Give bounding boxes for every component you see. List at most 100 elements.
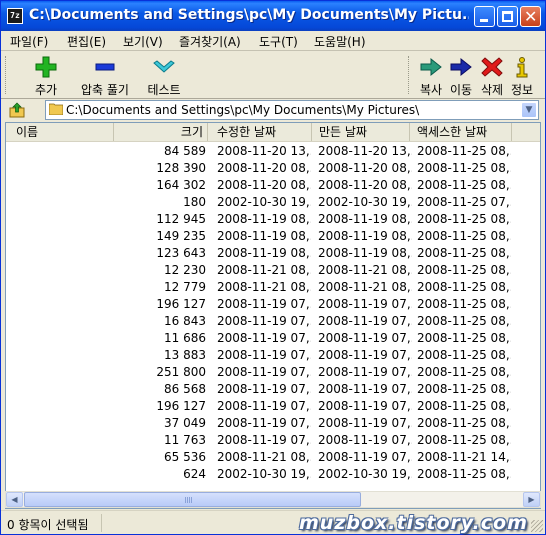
file-created: 2008-11-21 08,... <box>318 280 412 294</box>
table-row[interactable]: lee.jpg251 8002008-11-19 07,...2008-11-1… <box>6 364 540 381</box>
file-accessed: 2008-11-25 07,... <box>417 195 511 209</box>
file-size: 149 235 <box>156 229 206 243</box>
up-folder-button[interactable] <box>9 102 25 118</box>
column-name[interactable]: 이름 <box>6 123 114 141</box>
table-row[interactable]: jang.jpg196 1272008-11-19 07,...2008-11-… <box>6 296 540 313</box>
file-modified: 2008-11-19 07,... <box>217 433 311 447</box>
address-bar: C:\Documents and Settings\pc\My Document… <box>1 99 545 121</box>
table-row[interactable]: intel181.gif12 2302008-11-21 08,...2008-… <box>6 262 540 279</box>
file-size: 251 800 <box>156 365 206 379</box>
table-row[interactable]: fil.jpg112 9452008-11-19 08,...2008-11-1… <box>6 211 540 228</box>
column-size[interactable]: 크기 <box>114 123 208 141</box>
minimize-button[interactable] <box>474 6 495 27</box>
file-created: 2008-11-19 07,... <box>318 297 412 311</box>
file-created: 2008-11-19 08,... <box>318 246 412 260</box>
extract-button[interactable]: 압축 풀기 <box>77 55 133 98</box>
file-size: 180 <box>183 195 206 209</box>
table-row[interactable]: oh.jpg196 1272008-11-19 07,...2008-11-19… <box>6 398 540 415</box>
table-row[interactable]: Desktop.ini1802002-10-30 19,...2002-10-3… <box>6 194 540 211</box>
file-created: 2008-11-19 08,... <box>318 229 412 243</box>
menu-tools[interactable]: 도구(T) <box>259 33 298 50</box>
file-modified: 2008-11-21 08,... <box>217 263 311 277</box>
add-label: 추가 <box>34 83 58 97</box>
scroll-thumb[interactable] <box>24 492 361 507</box>
file-size: 65 536 <box>164 450 206 464</box>
table-row[interactable]: intel206.gif12 7792008-11-21 08,...2008-… <box>6 279 540 296</box>
table-row[interactable]: butan2.jpg164 3022008-11-20 08,...2008-1… <box>6 177 540 194</box>
table-row[interactable]: kim.jpg13 8832008-11-19 07,...2008-11-19… <box>6 347 540 364</box>
test-button[interactable]: 테스트 <box>144 55 184 98</box>
column-modified[interactable]: 수정한 날짜 <box>208 123 312 141</box>
file-size: 123 643 <box>156 246 206 260</box>
file-size: 16 843 <box>164 314 206 328</box>
file-created: 2008-11-19 07,... <box>318 331 412 345</box>
file-accessed: 2008-11-25 08,... <box>417 433 511 447</box>
file-modified: 2008-11-21 08,... <box>217 450 311 464</box>
app-icon[interactable]: 7z <box>7 8 23 24</box>
copy-button[interactable]: 복사 <box>417 55 445 98</box>
table-row[interactable]: googlesket...123 6432008-11-19 08,...200… <box>6 245 540 262</box>
file-accessed: 2008-11-25 08,... <box>417 144 511 158</box>
move-button[interactable]: 이동 <box>447 55 475 98</box>
scroll-right-button[interactable]: ▶ <box>523 492 540 507</box>
file-modified: 2008-11-19 08,... <box>217 246 311 260</box>
file-list[interactable]: 이름 크기 수정한 날짜 만든 날짜 액세스한 날짜 box_heAd....8… <box>5 122 541 509</box>
file-modified: 2008-11-19 07,... <box>217 382 311 396</box>
file-modified: 2008-11-21 08,... <box>217 280 311 294</box>
table-row[interactable]: butan.jpg128 3902008-11-20 08,...2008-11… <box>6 160 540 177</box>
table-row[interactable]: son.jpg11 7632008-11-19 07,...2008-11-19… <box>6 432 540 449</box>
toolbar-grip[interactable] <box>5 56 8 94</box>
table-row[interactable]: 그림 샘플.lnk6242002-10-30 19,...2002-10-30 … <box>6 466 540 483</box>
menu-file[interactable]: 파일(F) <box>10 33 48 50</box>
file-rows: box_heAd....84 5892008-11-20 13,...2008-… <box>6 143 540 483</box>
move-label: 이동 <box>449 83 473 97</box>
file-created: 2008-11-19 07,... <box>318 382 412 396</box>
file-size: 11 763 <box>164 433 206 447</box>
delete-button[interactable]: 삭제 <box>478 55 506 98</box>
chevron-right-icon: ▶ <box>528 495 535 504</box>
file-modified: 2008-11-19 07,... <box>217 331 311 345</box>
horizontal-scrollbar[interactable]: ◀ ▶ <box>5 491 541 508</box>
column-accessed[interactable]: 액세스한 날짜 <box>410 123 512 141</box>
column-created[interactable]: 만든 날짜 <box>312 123 410 141</box>
file-created: 2008-11-19 07,... <box>318 450 412 464</box>
address-input[interactable]: C:\Documents and Settings\pc\My Document… <box>45 100 539 120</box>
info-button[interactable]: 정보 <box>508 55 536 98</box>
file-modified: 2008-11-19 07,... <box>217 399 311 413</box>
menu-help[interactable]: 도움말(H) <box>314 33 366 50</box>
file-created: 2008-11-19 07,... <box>318 314 412 328</box>
file-accessed: 2008-11-25 08,... <box>417 382 511 396</box>
address-dropdown-button[interactable]: ▼ <box>521 102 537 118</box>
file-modified: 2008-11-19 07,... <box>217 348 311 362</box>
table-row[interactable]: leejae.jpg86 5682008-11-19 07,...2008-11… <box>6 381 540 398</box>
delete-label: 삭제 <box>480 83 504 97</box>
table-row[interactable]: pyung.jpg37 0492008-11-19 07,...2008-11-… <box>6 415 540 432</box>
menu-edit[interactable]: 편집(E) <box>67 33 106 50</box>
scroll-left-button[interactable]: ◀ <box>6 492 23 507</box>
delete-x-icon <box>480 55 504 79</box>
file-modified: 2002-10-30 19,... <box>217 195 311 209</box>
file-size: 86 568 <box>164 382 206 396</box>
column-header: 이름 크기 수정한 날짜 만든 날짜 액세스한 날짜 <box>6 123 540 142</box>
menu-view[interactable]: 보기(V) <box>123 33 163 50</box>
table-row[interactable]: jo.jpg16 8432008-11-19 07,...2008-11-19 … <box>6 313 540 330</box>
file-size: 128 390 <box>156 161 206 175</box>
file-modified: 2008-11-19 07,... <box>217 416 311 430</box>
resize-grip[interactable] <box>531 520 543 532</box>
file-accessed: 2008-11-25 08,... <box>417 263 511 277</box>
move-arrow-icon <box>449 55 473 79</box>
menu-favorites[interactable]: 즐겨찾기(A) <box>179 33 241 50</box>
toolbar-grip-2[interactable] <box>408 56 411 94</box>
close-button[interactable]: ✕ <box>520 6 541 27</box>
table-row[interactable]: Thumbs.db65 5362008-11-21 08,...2008-11-… <box>6 449 540 466</box>
table-row[interactable]: box_heAd....84 5892008-11-20 13,...2008-… <box>6 143 540 160</box>
maximize-button[interactable] <box>497 6 518 27</box>
table-row[interactable]: googlesket...149 2352008-11-19 08,...200… <box>6 228 540 245</box>
title-bar[interactable]: 7z C:\Documents and Settings\pc\My Docum… <box>1 1 545 31</box>
add-button[interactable]: 추가 <box>29 55 63 98</box>
plus-icon <box>34 55 58 79</box>
file-accessed: 2008-11-21 14,... <box>417 450 511 464</box>
table-row[interactable]: jung.jpg11 6862008-11-19 07,...2008-11-1… <box>6 330 540 347</box>
minus-icon <box>93 55 117 79</box>
file-modified: 2008-11-19 07,... <box>217 365 311 379</box>
